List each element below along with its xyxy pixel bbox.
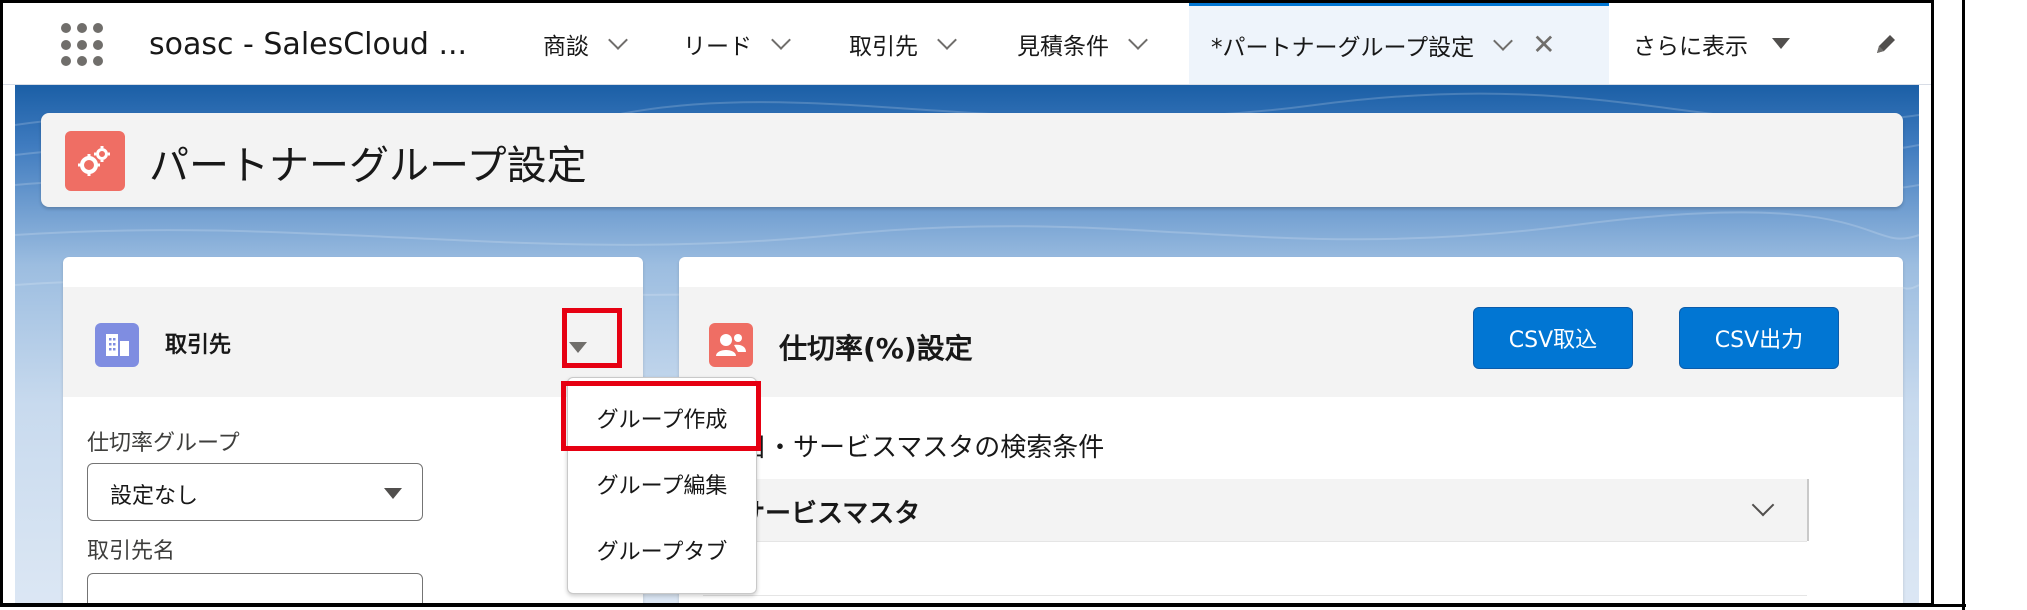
menu-item-group-tab[interactable]: グループタブ bbox=[568, 520, 756, 580]
tab-lead[interactable]: リード bbox=[683, 3, 791, 84]
rate-settings-panel: 仕切率(%)設定 CSV取込 CSV出力 品目・サービスマスタの検索条件 ・サー… bbox=[679, 257, 1903, 603]
group-select-value: 設定なし bbox=[110, 484, 199, 509]
account-panel-header: 取引先 bbox=[63, 287, 643, 397]
account-panel-title: 取引先 bbox=[165, 333, 232, 358]
caret-down-icon bbox=[384, 488, 402, 499]
group-select[interactable]: 設定なし bbox=[87, 463, 423, 521]
rate-settings-title: 仕切率(%)設定 bbox=[779, 332, 973, 365]
tab-more[interactable]: さらに表示 bbox=[1633, 3, 1790, 84]
chevron-down-icon[interactable] bbox=[1128, 29, 1148, 50]
tab-label: リード bbox=[683, 33, 752, 60]
highlight-create-group bbox=[561, 381, 761, 451]
app-window: soasc - SalesCloud ... 商談 リード 取引先 見積条件 *… bbox=[0, 0, 1934, 606]
app-name: soasc - SalesCloud ... bbox=[149, 27, 468, 62]
highlight-menu-button bbox=[562, 308, 622, 368]
tab-label: 取引先 bbox=[849, 33, 918, 60]
top-nav: soasc - SalesCloud ... 商談 リード 取引先 見積条件 *… bbox=[3, 3, 1931, 85]
caret-down-icon[interactable] bbox=[1772, 38, 1790, 49]
tab-label: *パートナーグループ設定 bbox=[1211, 35, 1475, 61]
app-launcher-icon[interactable] bbox=[61, 23, 105, 67]
chevron-down-icon[interactable] bbox=[608, 29, 628, 50]
close-icon[interactable]: ✕ bbox=[1532, 28, 1555, 61]
tab-partner-group-settings[interactable]: *パートナーグループ設定 ✕ bbox=[1189, 3, 1609, 84]
chevron-down-icon[interactable] bbox=[771, 29, 791, 50]
tab-label: さらに表示 bbox=[1633, 33, 1748, 60]
account-name-label: 取引先名 bbox=[87, 539, 176, 564]
tab-label: 見積条件 bbox=[1017, 33, 1109, 60]
tab-opportunity[interactable]: 商談 bbox=[543, 3, 628, 84]
csv-export-button[interactable]: CSV出力 bbox=[1679, 307, 1839, 369]
menu-item-edit-group[interactable]: グループ編集 bbox=[568, 454, 756, 514]
partner-users-icon bbox=[709, 323, 753, 367]
page-header: パートナーグループ設定 bbox=[41, 113, 1903, 207]
page-title: パートナーグループ設定 bbox=[149, 143, 587, 189]
frame-border bbox=[0, 604, 1966, 607]
account-name-input[interactable] bbox=[87, 573, 423, 603]
tab-account[interactable]: 取引先 bbox=[849, 3, 957, 84]
frame-border bbox=[1962, 0, 1965, 610]
csv-import-button[interactable]: CSV取込 bbox=[1473, 307, 1633, 369]
list-item[interactable]: 体 bbox=[703, 541, 1807, 596]
pencil-icon[interactable] bbox=[1873, 31, 1899, 57]
section-divider bbox=[1807, 479, 1809, 541]
account-panel: 取引先 仕切率グループ 設定なし 取引先名 bbox=[63, 257, 643, 603]
settings-gears-icon bbox=[65, 131, 125, 191]
chevron-down-icon[interactable] bbox=[1751, 493, 1775, 517]
account-icon bbox=[95, 323, 139, 367]
search-condition-label: 品目・サービスマスタの検索条件 bbox=[715, 433, 1105, 463]
tab-quote-conditions[interactable]: 見積条件 bbox=[1017, 3, 1148, 84]
tab-label: 商談 bbox=[543, 33, 589, 60]
chevron-down-icon[interactable] bbox=[937, 29, 957, 50]
group-label: 仕切率グループ bbox=[87, 431, 240, 456]
product-master-section-header[interactable]: ・サービスマスタ bbox=[703, 479, 1807, 542]
chevron-down-icon[interactable] bbox=[1493, 31, 1514, 51]
rate-settings-header: 仕切率(%)設定 CSV取込 CSV出力 bbox=[679, 287, 1903, 397]
